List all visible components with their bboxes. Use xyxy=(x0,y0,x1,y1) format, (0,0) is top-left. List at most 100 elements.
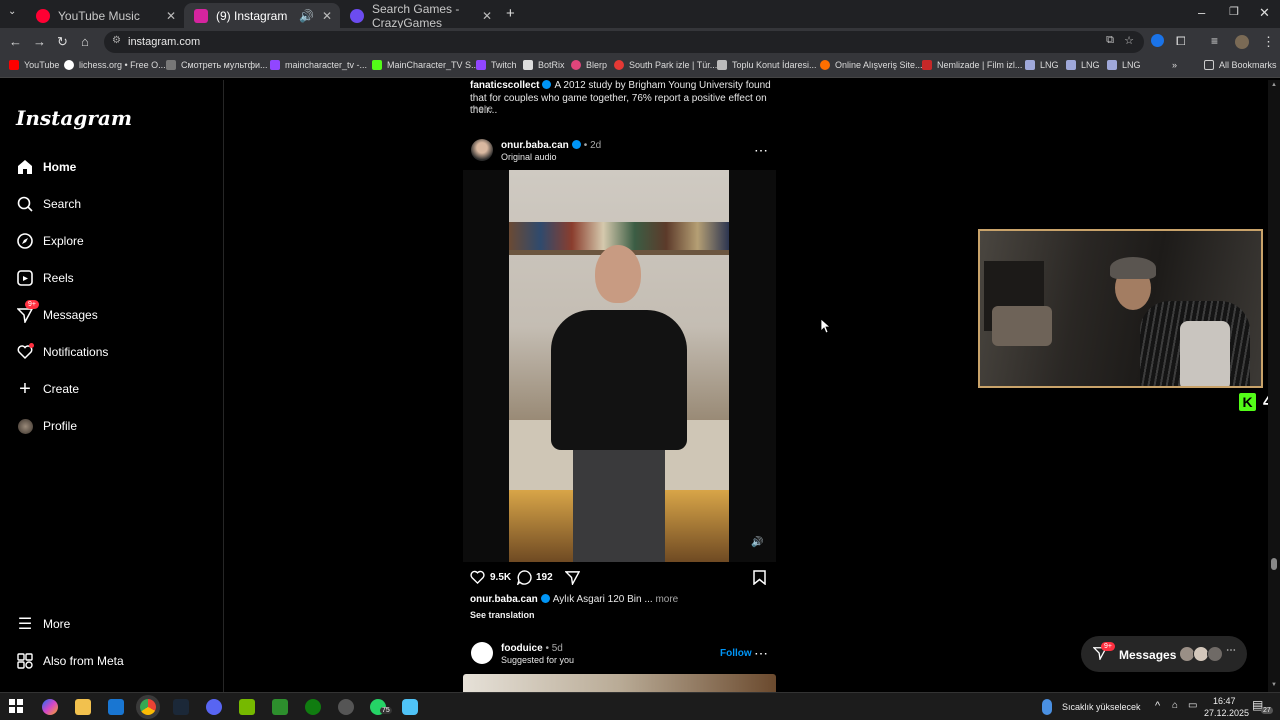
clock-date[interactable]: 27.12.2025 xyxy=(1204,708,1249,718)
restore-button[interactable]: ❐ xyxy=(1229,5,1239,18)
chrome-icon[interactable] xyxy=(140,699,156,715)
scroll-down-icon[interactable]: ▼ xyxy=(1271,682,1277,688)
display-icon[interactable]: ▭ xyxy=(1188,700,1197,711)
xbox-icon[interactable] xyxy=(305,699,321,715)
tab-crazygames[interactable]: Search Games - CrazyGames ✕ xyxy=(340,2,500,30)
nav-label: Messages xyxy=(43,308,98,322)
close-tab-icon[interactable]: ✕ xyxy=(482,9,492,23)
caption-more[interactable]: more xyxy=(655,594,678,605)
all-bookmarks[interactable]: All Bookmarks xyxy=(1204,60,1277,70)
nav-create[interactable]: + Create xyxy=(16,378,79,400)
close-tab-icon[interactable]: ✕ xyxy=(322,9,332,23)
nav-reels[interactable]: Reels xyxy=(16,269,74,287)
bookmarks-bar: YouTube lichess.org • Free O... Смотреть… xyxy=(0,56,1280,78)
instagram-logo[interactable]: Instagram xyxy=(16,106,132,130)
next-post-media[interactable] xyxy=(463,674,776,692)
bookmark-item[interactable]: Nemlizade | Film izl... xyxy=(922,60,1022,70)
chair xyxy=(1180,321,1230,386)
messages-pill[interactable]: 9+ Messages ⋯ xyxy=(1081,636,1247,672)
bookmark-item[interactable]: MainCharacter_TV S... xyxy=(372,60,479,70)
prev-post-more[interactable]: more xyxy=(470,104,493,117)
steam-icon[interactable] xyxy=(173,699,189,715)
bookmark-item[interactable]: YouTube xyxy=(9,60,59,70)
tab-search-icon[interactable]: ⌄ xyxy=(8,6,16,17)
tab-youtube-music[interactable]: YouTube Music ✕ xyxy=(26,3,184,28)
bookmark-star-icon[interactable]: ☆ xyxy=(1124,34,1134,47)
caption-username[interactable]: onur.baba.can xyxy=(470,594,538,605)
close-tab-icon[interactable]: ✕ xyxy=(166,9,176,23)
windows-start-icon[interactable] xyxy=(9,699,25,715)
more-bookmarks-icon[interactable]: » xyxy=(1172,60,1177,70)
file-explorer-icon[interactable] xyxy=(75,699,91,715)
extension-icon[interactable] xyxy=(1151,34,1164,47)
new-tab-button[interactable]: + xyxy=(506,5,515,22)
bookmark-item[interactable]: Twitch xyxy=(476,60,517,70)
bookmark-item[interactable]: BotRix xyxy=(523,60,565,70)
nav-search[interactable]: Search xyxy=(16,195,81,213)
nav-explore[interactable]: Explore xyxy=(16,232,84,250)
bookmark-item[interactable]: South Park izle | Tür... xyxy=(614,60,717,70)
bookmark-item[interactable]: lichess.org • Free O... xyxy=(64,60,166,70)
like-button[interactable] xyxy=(470,570,485,587)
app-icon[interactable] xyxy=(272,699,288,715)
speaker-icon[interactable]: 🔊 xyxy=(299,9,314,23)
browser-menu-icon[interactable]: ⋮ xyxy=(1262,34,1275,50)
next-post-username[interactable]: fooduice xyxy=(501,643,543,654)
nav-profile[interactable]: Profile xyxy=(16,417,77,435)
bookmark-item[interactable]: LNG xyxy=(1066,60,1100,70)
bookmark-item[interactable]: LNG xyxy=(1107,60,1141,70)
mute-toggle-icon[interactable]: 🔊 xyxy=(751,537,763,548)
address-bar[interactable]: ⚙ instagram.com ⧉ ☆ xyxy=(104,31,1144,53)
tray-chevron-icon[interactable]: ^ xyxy=(1155,700,1160,712)
comment-button[interactable] xyxy=(516,570,532,588)
profile-avatar[interactable] xyxy=(1235,35,1249,49)
scrollbar-thumb[interactable] xyxy=(1271,558,1277,570)
post-username[interactable]: onur.baba.can xyxy=(501,140,569,151)
prev-post-username[interactable]: fanaticscollect xyxy=(470,80,539,91)
app-icon[interactable] xyxy=(402,699,418,715)
post-options-icon[interactable]: ⋯ xyxy=(754,645,768,662)
install-app-icon[interactable]: ⧉ xyxy=(1106,34,1114,47)
bookmark-item[interactable]: Смотреть мультфи... xyxy=(166,60,268,70)
share-button[interactable] xyxy=(564,570,581,588)
nav-more[interactable]: ☰ More xyxy=(16,615,71,633)
nav-notifications[interactable]: Notifications xyxy=(16,343,108,361)
extensions-puzzle-icon[interactable]: ⧠ xyxy=(1176,34,1186,49)
nvidia-icon[interactable] xyxy=(239,699,255,715)
page-scrollbar[interactable]: ▲ ▼ xyxy=(1268,80,1280,692)
weather-text[interactable]: Sıcaklık yükselecek xyxy=(1062,702,1141,712)
back-button[interactable]: ← xyxy=(9,34,22,49)
clock-time[interactable]: 16:47 xyxy=(1213,696,1236,706)
avatar[interactable] xyxy=(471,139,493,161)
home-button[interactable]: ⌂ xyxy=(81,34,89,49)
bookmark-item[interactable]: maincharacter_tv -... xyxy=(270,60,367,70)
post-audio[interactable]: Original audio xyxy=(501,152,557,162)
bookmark-item[interactable]: Blerp xyxy=(571,60,607,70)
scroll-up-icon[interactable]: ▲ xyxy=(1271,82,1277,88)
close-window-button[interactable]: ✕ xyxy=(1259,5,1270,21)
forward-button[interactable]: → xyxy=(33,34,46,49)
person-head xyxy=(595,245,641,303)
copilot-icon[interactable] xyxy=(42,699,58,715)
bookmark-item[interactable]: LNG xyxy=(1025,60,1059,70)
follow-button[interactable]: Follow xyxy=(720,648,752,659)
app-icon[interactable] xyxy=(338,699,354,715)
site-info-icon[interactable]: ⚙ xyxy=(112,35,121,46)
discord-icon[interactable] xyxy=(206,699,222,715)
reload-button[interactable]: ↻ xyxy=(57,34,68,50)
see-translation[interactable]: See translation xyxy=(470,610,535,620)
bookmark-item[interactable]: Online Alışveriş Site... xyxy=(820,60,923,70)
nav-home[interactable]: Home xyxy=(16,158,76,176)
mail-icon[interactable] xyxy=(108,699,124,715)
post-video[interactable]: 🔊 xyxy=(463,170,776,562)
post-options-icon[interactable]: ⋯ xyxy=(754,142,768,159)
bookmark-item[interactable]: Toplu Konut İdaresi... xyxy=(717,60,817,70)
media-control-icon[interactable]: ≡ xyxy=(1211,34,1218,48)
network-icon[interactable]: ⌂ xyxy=(1172,700,1178,711)
save-button[interactable] xyxy=(753,570,766,588)
nav-messages[interactable]: 9+ Messages xyxy=(16,300,98,324)
minimize-button[interactable]: – xyxy=(1198,5,1205,20)
nav-also-from-meta[interactable]: Also from Meta xyxy=(16,652,124,670)
avatar[interactable] xyxy=(471,642,493,664)
tab-instagram[interactable]: (9) Instagram 🔊 ✕ xyxy=(184,3,340,28)
